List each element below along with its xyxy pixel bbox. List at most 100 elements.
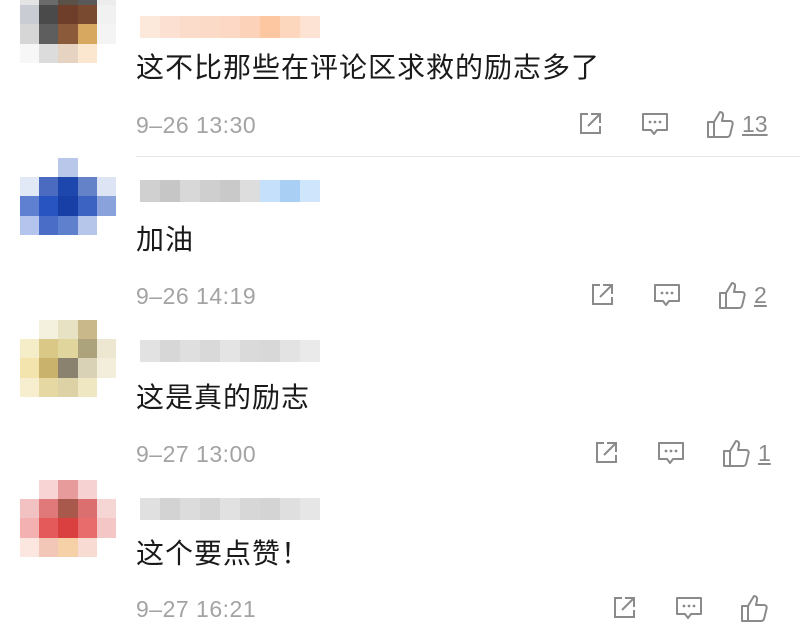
share-button[interactable] bbox=[592, 439, 620, 467]
avatar-pixel bbox=[39, 177, 59, 197]
username-blurred[interactable] bbox=[140, 16, 320, 38]
avatar-pixel bbox=[96, 24, 116, 44]
avatar-pixel bbox=[96, 339, 116, 359]
avatar-pixel bbox=[58, 480, 78, 500]
avatar-pixel bbox=[39, 43, 59, 63]
avatar-pixel bbox=[77, 158, 97, 178]
avatar-pixel bbox=[39, 320, 59, 340]
like-button[interactable] bbox=[738, 592, 776, 624]
username-pixel bbox=[260, 340, 280, 362]
username-pixel bbox=[160, 180, 180, 202]
username-blurred[interactable] bbox=[140, 180, 320, 202]
username-pixel bbox=[140, 340, 160, 362]
avatar-pixel bbox=[39, 196, 59, 216]
username-pixel bbox=[200, 180, 220, 202]
avatar-pixel bbox=[77, 377, 97, 397]
avatar-pixel bbox=[96, 196, 116, 216]
avatar-pixel bbox=[96, 234, 116, 254]
avatar-pixel bbox=[77, 234, 97, 254]
reply-button[interactable] bbox=[652, 281, 682, 309]
username-pixel bbox=[180, 340, 200, 362]
comment-icon bbox=[676, 597, 702, 619]
avatar-pixel bbox=[58, 62, 78, 82]
avatar-pixel bbox=[77, 480, 97, 500]
like-count[interactable]: 13 bbox=[742, 111, 768, 138]
like-button[interactable]: 2 bbox=[716, 279, 767, 311]
username-pixel bbox=[160, 16, 180, 38]
avatar-pixel bbox=[20, 24, 40, 44]
avatar[interactable] bbox=[20, 480, 116, 576]
avatar-pixel bbox=[39, 537, 59, 557]
thumbs-up-icon bbox=[719, 282, 746, 309]
username-pixel bbox=[180, 16, 200, 38]
reply-button[interactable] bbox=[640, 110, 670, 138]
like-count[interactable]: 2 bbox=[754, 282, 767, 309]
comment-icon bbox=[658, 442, 684, 464]
reply-button[interactable] bbox=[656, 439, 686, 467]
avatar-pixel bbox=[20, 196, 40, 216]
avatar-pixel bbox=[96, 5, 116, 25]
username-pixel bbox=[220, 498, 240, 520]
avatar-pixel bbox=[77, 396, 97, 416]
avatar-pixel bbox=[77, 5, 97, 25]
avatar[interactable] bbox=[20, 158, 116, 254]
avatar-pixel bbox=[39, 234, 59, 254]
like-button[interactable]: 1 bbox=[720, 437, 771, 469]
username-pixel bbox=[240, 498, 260, 520]
avatar-pixel bbox=[20, 215, 40, 235]
avatar[interactable] bbox=[20, 0, 116, 82]
username-pixel bbox=[140, 180, 160, 202]
username-pixel bbox=[280, 498, 300, 520]
avatar-pixel bbox=[20, 158, 40, 178]
comment-text: 这不比那些在评论区求救的励志多了 bbox=[136, 51, 601, 84]
avatar[interactable] bbox=[20, 320, 116, 416]
like-button[interactable]: 13 bbox=[704, 108, 768, 140]
share-button[interactable] bbox=[576, 110, 604, 138]
avatar-pixel bbox=[77, 196, 97, 216]
reply-button[interactable] bbox=[674, 594, 704, 622]
username-pixel bbox=[220, 340, 240, 362]
username-blurred[interactable] bbox=[140, 340, 320, 362]
avatar-pixel bbox=[39, 480, 59, 500]
avatar-pixel bbox=[20, 320, 40, 340]
avatar-pixel bbox=[39, 518, 59, 538]
username-pixel bbox=[280, 180, 300, 202]
share-icon bbox=[614, 597, 635, 618]
avatar-pixel bbox=[77, 499, 97, 519]
avatar-pixel bbox=[20, 480, 40, 500]
avatar-pixel bbox=[96, 537, 116, 557]
avatar-pixel bbox=[58, 196, 78, 216]
thumbs-up-icon bbox=[707, 111, 734, 138]
username-pixel bbox=[240, 340, 260, 362]
comment-icon bbox=[654, 284, 680, 306]
avatar-pixel bbox=[20, 377, 40, 397]
username-pixel bbox=[180, 180, 200, 202]
share-button[interactable] bbox=[588, 281, 616, 309]
avatar-pixel bbox=[96, 158, 116, 178]
timestamp: 9–26 14:19 bbox=[136, 283, 257, 309]
avatar-pixel bbox=[20, 537, 40, 557]
username-pixel bbox=[260, 498, 280, 520]
like-count[interactable]: 1 bbox=[758, 440, 771, 467]
username-blurred[interactable] bbox=[140, 498, 320, 520]
avatar-pixel bbox=[58, 339, 78, 359]
username-pixel bbox=[220, 16, 240, 38]
share-icon bbox=[580, 113, 601, 134]
username-pixel bbox=[140, 16, 160, 38]
username-pixel bbox=[180, 498, 200, 520]
avatar-pixel bbox=[20, 339, 40, 359]
avatar-pixel bbox=[77, 339, 97, 359]
avatar-pixel bbox=[96, 358, 116, 378]
timestamp: 9–26 13:30 bbox=[136, 112, 257, 138]
share-button[interactable] bbox=[610, 594, 638, 622]
username-pixel bbox=[280, 340, 300, 362]
avatar-pixel bbox=[20, 62, 40, 82]
avatar-pixel bbox=[58, 320, 78, 340]
avatar-pixel bbox=[20, 234, 40, 254]
username-pixel bbox=[200, 498, 220, 520]
avatar-pixel bbox=[96, 396, 116, 416]
thumbs-up-icon bbox=[723, 440, 750, 467]
username-pixel bbox=[240, 180, 260, 202]
avatar-pixel bbox=[77, 556, 97, 576]
avatar-pixel bbox=[96, 556, 116, 576]
